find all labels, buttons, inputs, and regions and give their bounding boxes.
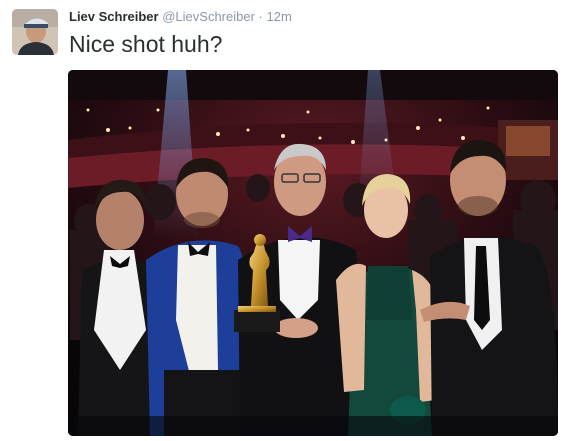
user-handle[interactable]: @LievSchreiber <box>162 9 255 24</box>
group-photo-image <box>68 70 558 436</box>
display-name[interactable]: Liev Schreiber <box>69 9 159 24</box>
tweet-header: Liev Schreiber @LievSchreiber · 12m <box>69 8 292 26</box>
timestamp[interactable]: 12m <box>267 9 292 24</box>
tweet-photo[interactable] <box>68 70 558 436</box>
avatar[interactable] <box>12 9 58 55</box>
avatar-image <box>12 9 58 55</box>
tweet-card: Liev Schreiber @LievSchreiber · 12m Nice… <box>0 0 568 441</box>
tweet-text: Nice shot huh? <box>69 31 223 57</box>
separator-dot: · <box>258 9 263 24</box>
